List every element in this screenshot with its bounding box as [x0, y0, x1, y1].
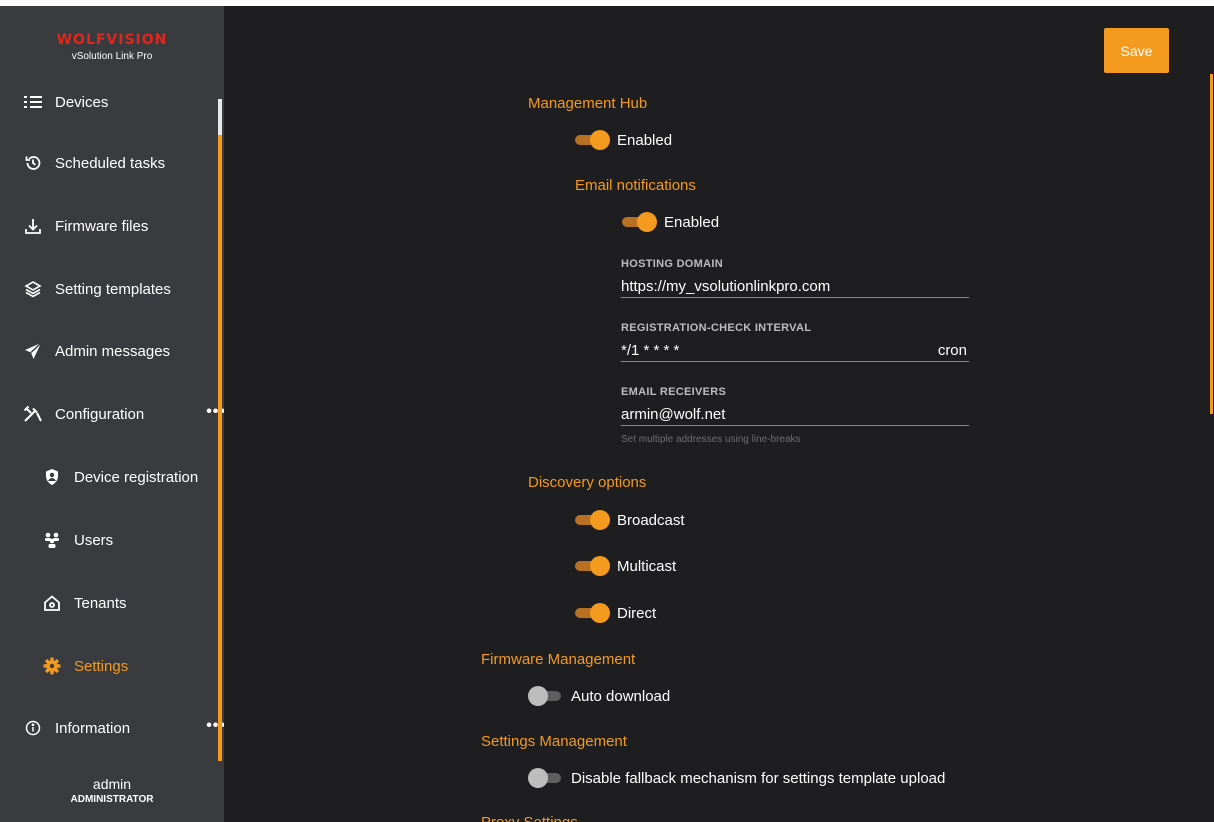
field-hosting-domain: HOSTING DOMAIN [621, 258, 969, 298]
main-scrollbar[interactable] [1210, 74, 1213, 414]
product-name: vSolution Link Pro [71, 51, 153, 62]
sidebar-item-label: Scheduled tasks [55, 154, 166, 172]
info-icon [22, 717, 44, 739]
user-info: admin ADMINISTRATOR [0, 776, 224, 805]
field-registration-check-interval: REGISTRATION-CHECK INTERVAL cron [621, 322, 969, 362]
section-title-settings-management: Settings Management [481, 733, 627, 750]
toggle-switch[interactable] [574, 130, 610, 150]
layers-icon [22, 278, 44, 300]
sidebar-item-information[interactable]: Information ••• [22, 708, 224, 748]
brand-logo[interactable]: WOLFVISION vSolution Link Pro [0, 32, 224, 62]
sidebar-item-tenants[interactable]: Tenants [41, 583, 221, 623]
user-role: ADMINISTRATOR [70, 794, 154, 805]
sidebar-item-label: Configuration [55, 405, 145, 423]
toggle-switch[interactable] [574, 510, 610, 530]
sidebar-item-label: Setting templates [55, 280, 171, 298]
section-title-management-hub: Management Hub [528, 95, 648, 112]
toggle-switch[interactable] [621, 212, 657, 232]
sidebar-item-label: Settings [74, 657, 129, 675]
cron-suffix: cron [937, 342, 967, 359]
section-title-firmware-management: Firmware Management [481, 651, 636, 668]
field-help-text: Set multiple addresses using line-breaks [621, 434, 801, 445]
hosting-domain-input[interactable] [621, 276, 921, 296]
send-icon [22, 340, 44, 362]
toggle-label: Disable fallback mechanism for settings … [571, 769, 946, 787]
toggle-switch[interactable] [528, 768, 564, 788]
toggle-switch[interactable] [574, 556, 610, 576]
toggle-email-notifications-enabled[interactable]: Enabled [621, 212, 719, 232]
toggle-management-hub-enabled[interactable]: Enabled [574, 130, 672, 150]
sidebar-item-label: Users [74, 531, 114, 549]
badge-icon [41, 466, 63, 488]
users-icon [41, 529, 63, 551]
toggle-label: Enabled [617, 131, 673, 149]
app-window: WOLFVISION vSolution Link Pro Devices Sc… [0, 6, 1214, 822]
sidebar-item-label: Device registration [74, 468, 199, 486]
field-label: HOSTING DOMAIN [621, 258, 723, 270]
toggle-switch[interactable] [574, 603, 610, 623]
section-title-email-notifications: Email notifications [575, 177, 696, 194]
sidebar-item-admin-messages[interactable]: Admin messages [22, 331, 224, 371]
save-button[interactable]: Save [1104, 28, 1169, 73]
toggle-label: Multicast [617, 557, 677, 575]
sidebar-item-scheduled-tasks[interactable]: Scheduled tasks [22, 143, 224, 183]
toggle-label: Auto download [571, 687, 671, 705]
toggle-label: Direct [617, 604, 657, 622]
list-icon [22, 91, 44, 113]
gear-icon [41, 655, 63, 677]
sidebar-item-label: Admin messages [55, 342, 171, 360]
sidebar: WOLFVISION vSolution Link Pro Devices Sc… [0, 6, 224, 822]
sidebar-item-device-registration[interactable]: Device registration [41, 457, 221, 497]
download-icon [22, 215, 44, 237]
sidebar-item-label: Devices [55, 93, 109, 111]
sidebar-item-configuration[interactable]: Configuration ••• [22, 394, 224, 434]
toggle-auto-download[interactable]: Auto download [528, 686, 670, 706]
sidebar-item-devices[interactable]: Devices [22, 82, 224, 122]
sidebar-item-label: Information [55, 719, 131, 737]
toggle-broadcast[interactable]: Broadcast [574, 510, 685, 530]
sidebar-item-firmware-files[interactable]: Firmware files [22, 206, 224, 246]
toggle-direct[interactable]: Direct [574, 603, 656, 623]
field-underline [621, 276, 969, 298]
home-icon [41, 592, 63, 614]
history-icon [22, 152, 44, 174]
sidebar-item-settings[interactable]: Settings [41, 646, 221, 686]
field-label: REGISTRATION-CHECK INTERVAL [621, 322, 812, 334]
field-email-receivers: EMAIL RECEIVERS Set multiple addresses u… [621, 386, 969, 445]
field-label: EMAIL RECEIVERS [621, 386, 727, 398]
settings-panel: Save Management Hub Enabled Email notifi… [224, 6, 1214, 822]
toggle-label: Broadcast [617, 511, 685, 529]
field-underline [621, 404, 969, 426]
logo-wordmark: WOLFVISION [56, 32, 168, 48]
field-underline: cron [621, 340, 969, 362]
sidebar-item-setting-templates[interactable]: Setting templates [22, 269, 224, 309]
user-name: admin [92, 776, 132, 792]
toggle-switch[interactable] [528, 686, 564, 706]
tools-icon [22, 403, 44, 425]
email-receivers-input[interactable] [621, 404, 921, 424]
section-title-proxy-settings: Proxy Settings [481, 814, 578, 822]
sidebar-item-users[interactable]: Users [41, 520, 221, 560]
section-title-discovery-options: Discovery options [528, 474, 647, 491]
toggle-disable-fallback[interactable]: Disable fallback mechanism for settings … [528, 768, 945, 788]
toggle-multicast[interactable]: Multicast [574, 556, 676, 576]
sidebar-scrollbar[interactable] [218, 99, 222, 761]
sidebar-item-label: Firmware files [55, 217, 149, 235]
sidebar-scrollbar-thumb[interactable] [218, 99, 222, 135]
registration-interval-input[interactable] [621, 340, 921, 360]
sidebar-item-label: Tenants [74, 594, 127, 612]
toggle-label: Enabled [664, 213, 720, 231]
